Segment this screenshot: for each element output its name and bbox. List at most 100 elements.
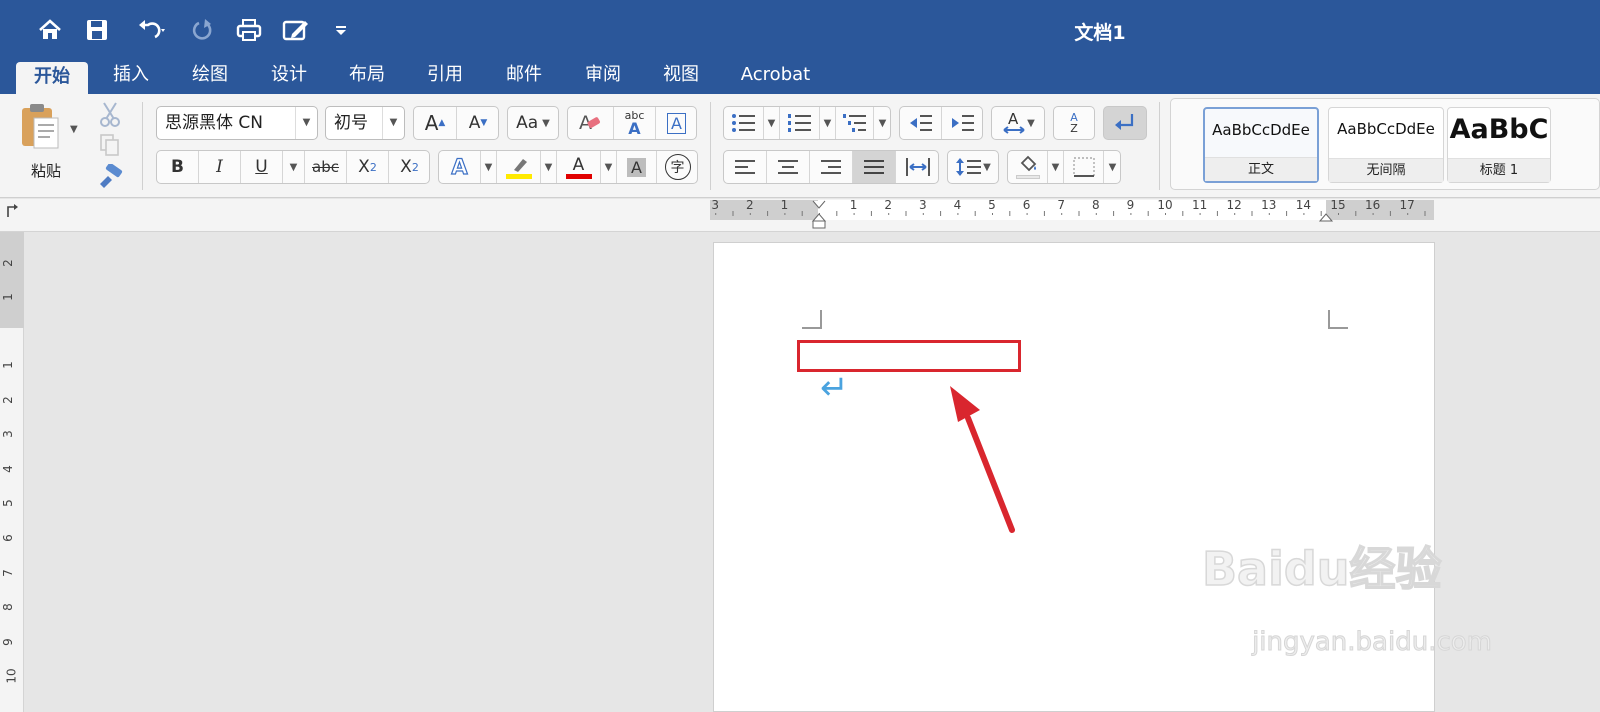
ruler-tick <box>853 213 855 215</box>
tab-mailings[interactable]: 邮件 <box>493 60 555 94</box>
change-case-button[interactable]: Aa ▼ <box>507 106 559 140</box>
cut-icon[interactable] <box>96 100 124 128</box>
tab-layout[interactable]: 布局 <box>336 60 398 94</box>
highlight-button[interactable] <box>497 151 541 183</box>
ruler-tick <box>801 211 803 216</box>
text-effects-button[interactable]: A <box>439 151 481 183</box>
format-painter-icon[interactable] <box>96 162 124 190</box>
tab-draw[interactable]: 绘图 <box>179 60 241 94</box>
ruler-tick <box>1182 211 1184 216</box>
italic-button[interactable]: I <box>199 151 241 183</box>
print-icon[interactable] <box>234 14 264 46</box>
ruler-label: 4 <box>953 198 962 212</box>
ruler-tick <box>905 211 907 216</box>
bullets-button[interactable] <box>724 107 764 139</box>
style-normal[interactable]: AaBbCcDdEe 正文 <box>1203 107 1319 183</box>
save-icon[interactable] <box>82 14 112 46</box>
align-right-button[interactable] <box>810 151 853 183</box>
ruler-label: 2 <box>745 198 754 212</box>
strikethrough-button[interactable]: abc <box>305 151 347 183</box>
ruler-tick <box>715 213 717 215</box>
paint-bucket-icon <box>1020 155 1036 172</box>
font-color-dropdown[interactable]: ▼ <box>601 151 617 183</box>
clear-formatting-button[interactable]: A <box>568 107 614 139</box>
ruler-tick <box>1338 213 1339 215</box>
multilevel-list-icon <box>842 114 866 132</box>
underline-button[interactable]: U <box>241 151 283 183</box>
ruler-tick <box>1268 213 1270 215</box>
text-effects-dropdown[interactable]: ▼ <box>481 151 497 183</box>
multilevel-dropdown[interactable]: ▼ <box>874 107 891 139</box>
increase-indent-button[interactable] <box>942 107 983 139</box>
align-right-icon <box>821 160 841 174</box>
borders-dropdown[interactable]: ▼ <box>1104 151 1121 183</box>
tab-insert[interactable]: 插入 <box>100 60 162 94</box>
text-direction-button[interactable]: A ▼ <box>991 106 1045 140</box>
shading-dropdown[interactable]: ▼ <box>1048 151 1064 183</box>
multilevel-list-button[interactable] <box>836 107 874 139</box>
superscript-button[interactable]: X2 <box>389 151 430 183</box>
borders-button[interactable] <box>1064 151 1104 183</box>
shrink-font-button[interactable]: A ▼ <box>457 107 499 139</box>
ruler-tick <box>974 211 976 216</box>
numbering-dropdown[interactable]: ▼ <box>820 107 836 139</box>
ruler-label: 9 <box>0 637 15 646</box>
chevron-down-icon: ▼ <box>295 107 317 139</box>
highlight-dropdown[interactable]: ▼ <box>541 151 557 183</box>
subscript-button[interactable]: X2 <box>347 151 389 183</box>
character-shading-button[interactable]: A <box>617 151 657 183</box>
horizontal-ruler[interactable]: 3 2 1 1 2 3 4 5 6 7 8 9 10 11 12 13 14 15 16 17 <box>0 198 1600 232</box>
underline-dropdown[interactable]: ▼ <box>283 151 305 183</box>
justify-button[interactable] <box>853 151 896 183</box>
tab-references[interactable]: 引用 <box>414 60 476 94</box>
bold-button[interactable]: B <box>157 151 199 183</box>
tab-home[interactable]: 开始 <box>16 62 88 94</box>
show-formatting-marks-button[interactable] <box>1103 106 1147 140</box>
tab-review[interactable]: 审阅 <box>572 60 634 94</box>
home-icon[interactable] <box>34 14 66 46</box>
line-spacing-button[interactable]: ▼ <box>947 150 999 184</box>
decrease-indent-button[interactable] <box>900 107 942 139</box>
tab-view[interactable]: 视图 <box>650 60 712 94</box>
ruler-tick <box>1043 211 1045 216</box>
undo-icon[interactable] <box>128 14 176 46</box>
ruler-tick <box>1130 213 1132 215</box>
tab-design[interactable]: 设计 <box>258 60 320 94</box>
grow-font-button[interactable]: A ▲ <box>414 107 457 139</box>
align-left-button[interactable] <box>724 151 767 183</box>
font-family-select[interactable]: 思源黑体 CN ▼ <box>156 106 318 140</box>
grow-font-icon: A <box>424 111 439 135</box>
paragraph-mark[interactable]: ↵ <box>820 371 849 405</box>
ruler-tick <box>1026 213 1028 215</box>
tab-acrobat[interactable]: Acrobat <box>728 60 823 94</box>
ruler-label: 13 <box>1261 198 1277 212</box>
shading-button[interactable] <box>1008 151 1048 183</box>
chevron-down-icon: ▼ <box>1051 161 1060 173</box>
customize-icon[interactable] <box>330 14 352 46</box>
copy-icon[interactable] <box>98 132 124 158</box>
sort-button[interactable]: A Z <box>1053 106 1095 140</box>
font-size-value: 初号 <box>334 113 368 133</box>
ruler-tick <box>1407 213 1409 215</box>
font-color-button[interactable]: A <box>557 151 601 183</box>
paste-dropdown-caret[interactable]: ▼ <box>70 124 78 135</box>
font-size-select[interactable]: 初号 ▼ <box>325 106 405 140</box>
vertical-ruler[interactable]: 2 1 1 2 3 4 5 6 7 8 9 10 <box>0 232 24 712</box>
bullets-dropdown[interactable]: ▼ <box>764 107 780 139</box>
enclose-characters-button[interactable]: 字 <box>657 151 698 183</box>
numbering-button[interactable] <box>780 107 820 139</box>
ruler-tick <box>1251 211 1253 216</box>
distributed-button[interactable] <box>896 151 939 183</box>
edit-doc-icon[interactable] <box>280 14 312 46</box>
ruler-tick <box>1113 211 1115 216</box>
align-left-icon <box>735 160 755 174</box>
character-border-button[interactable]: A <box>656 107 697 139</box>
paste-button[interactable]: ▼ 粘贴 <box>16 100 84 186</box>
phonetic-guide-button[interactable]: abc A <box>614 107 656 139</box>
document-page[interactable]: ↵ Baidu经验 jingyan.baidu.com <box>713 242 1493 712</box>
ruler-label: 1 <box>0 293 15 301</box>
style-no-spacing[interactable]: AaBbCcDdEe 无间隔 <box>1328 107 1444 183</box>
style-heading-1[interactable]: AaBbC 标题 1 <box>1447 107 1551 183</box>
redo-icon[interactable] <box>188 14 218 46</box>
align-center-button[interactable] <box>767 151 810 183</box>
